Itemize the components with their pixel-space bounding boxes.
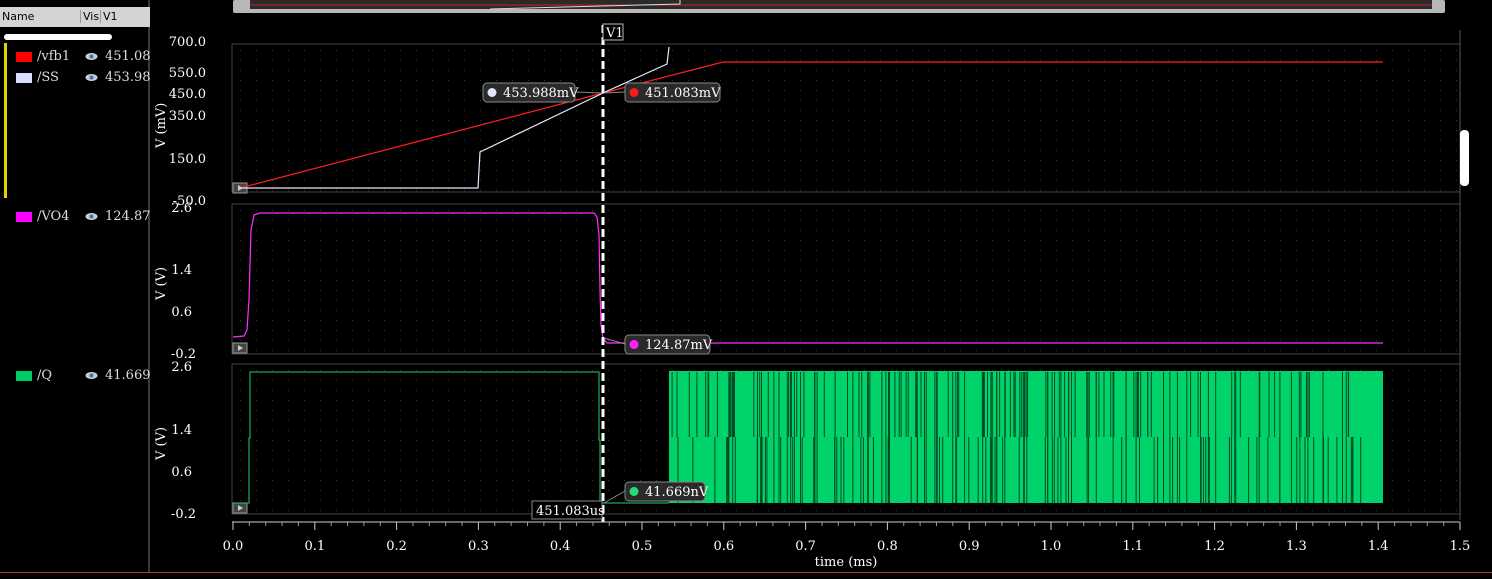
y-tick-label: 450.0: [169, 87, 206, 102]
marker-q-value: 41.669nV: [645, 485, 709, 500]
x-tick-label: 1.3: [1286, 539, 1307, 554]
x-tick-label: 0.8: [877, 539, 898, 554]
x-axis-label: time (ms): [815, 555, 878, 570]
x-tick-label: 0.4: [550, 539, 571, 554]
x-tick-label: 0.3: [468, 539, 489, 554]
y-tick-label: 550.0: [169, 66, 206, 81]
strip-expand-icon[interactable]: [232, 342, 248, 354]
vertical-scrollbar-thumb[interactable]: [1460, 130, 1469, 186]
y-tick-label: 350.0: [169, 109, 206, 124]
marker-vfb1-value: 451.083mV: [645, 86, 721, 101]
y-tick-label: 0.6: [171, 305, 192, 320]
panel1-ylabel: V (mV): [154, 103, 169, 149]
y-tick-label: -0.2: [171, 507, 196, 522]
x-tick-label: 0.0: [223, 539, 244, 554]
y-tick-label: 0.6: [171, 465, 192, 480]
x-tick-label: 0.1: [304, 539, 325, 554]
panel2-ylabel: V (V): [154, 267, 169, 301]
x-tick-label: 0.2: [386, 539, 407, 554]
y-tick-label: 150.0: [169, 152, 206, 167]
cursor-time-value: 451.083us: [536, 504, 605, 519]
x-tick-label: 1.5: [1450, 539, 1471, 554]
x-tick-label: 1.2: [1204, 539, 1225, 554]
marker-ss-value: 453.988mV: [503, 86, 579, 101]
y-tick-label: 1.4: [171, 263, 192, 278]
panel3-ylabel: V (V): [154, 427, 169, 461]
y-tick-label: 2.6: [171, 201, 192, 216]
strip-expand-icon[interactable]: [232, 502, 248, 514]
overview-scrollbar[interactable]: [233, 0, 1445, 13]
cursor-label: V1: [605, 26, 624, 41]
y-tick-label: 1.4: [171, 423, 192, 438]
waveform-plot-area[interactable]: V (mV) V (V) V (V) 700.0 550.0 450.0 350…: [0, 0, 1492, 578]
x-tick-label: 0.7: [795, 539, 816, 554]
x-tick-label: 0.5: [632, 539, 653, 554]
y-tick-label: 700.0: [169, 35, 206, 50]
x-tick-label: 0.9: [959, 539, 980, 554]
cursor-time-readout: 451.083us: [531, 500, 605, 520]
x-axis: 0.0 0.1 0.2 0.3 0.4 0.5 0.6 0.7 0.8 0.9 1.0 1.1 1.2 1…: [223, 521, 1471, 570]
x-tick-label: 1.0: [1041, 539, 1062, 554]
x-tick-label: 1.4: [1368, 539, 1389, 554]
x-tick-label: 1.1: [1122, 539, 1143, 554]
y-tick-label: 2.6: [171, 360, 192, 375]
marker-vo4-value: 124.87mV: [645, 338, 713, 353]
x-tick-label: 0.6: [713, 539, 734, 554]
